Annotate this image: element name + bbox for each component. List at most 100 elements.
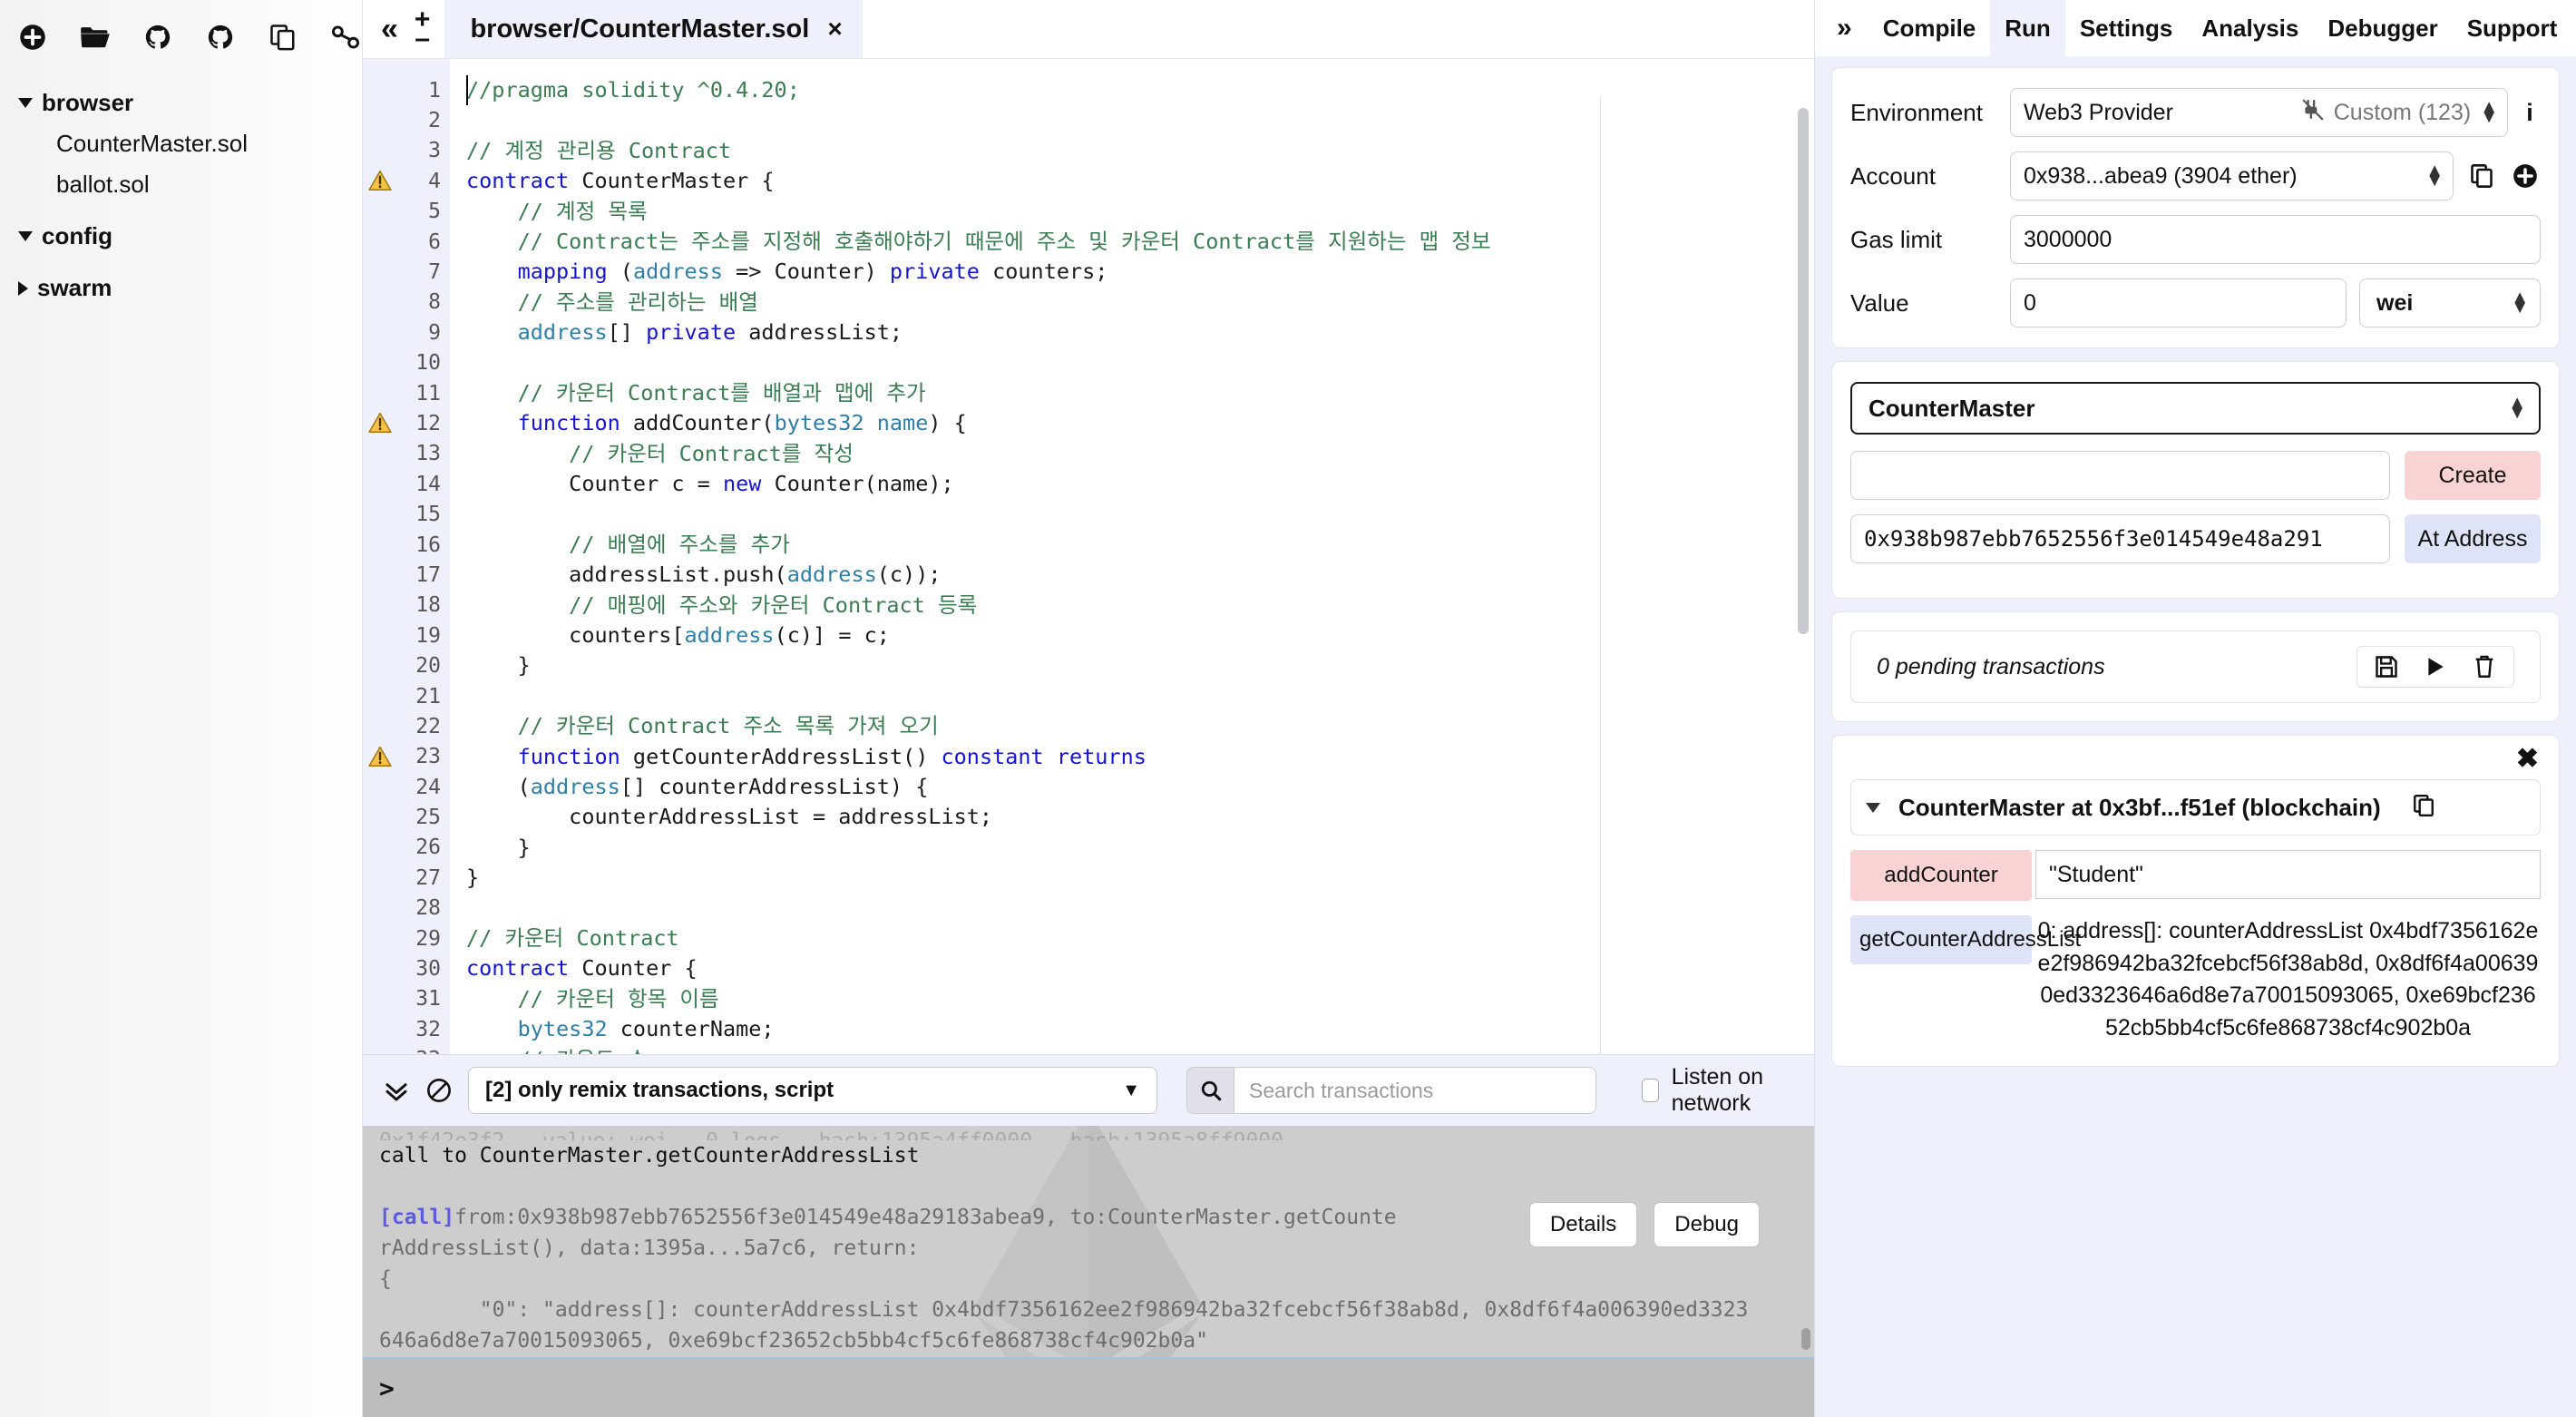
- chevron-updown-icon[interactable]: ▲▼: [2480, 103, 2498, 122]
- trash-icon[interactable]: [2470, 652, 2499, 681]
- search-input[interactable]: [1234, 1067, 1596, 1114]
- line-number: 23: [415, 745, 441, 768]
- transaction-filter-select[interactable]: [2] only remix transactions, script ▼: [468, 1067, 1157, 1114]
- info-icon[interactable]: i: [2519, 99, 2541, 127]
- terminal-toolbar: [2] only remix transactions, script ▼ Li…: [363, 1055, 1814, 1126]
- instance-header[interactable]: CounterMaster at 0x3bf...f51ef (blockcha…: [1850, 779, 2541, 836]
- code-token: // 카운터 Contract를 작성: [466, 441, 854, 466]
- code-line: (address[] counterAddressList) {: [466, 772, 1814, 802]
- tab-settings[interactable]: Settings: [2065, 0, 2188, 56]
- code-token: // 카운터 Contract를 배열과 맵에 추가: [466, 380, 926, 406]
- terminal-prompt[interactable]: >: [363, 1357, 1814, 1417]
- font-size-controls[interactable]: + –: [407, 10, 445, 58]
- warning-icon[interactable]: [368, 412, 392, 434]
- at-address-row: At Address: [1850, 514, 2541, 563]
- environment-select[interactable]: Web3 Provider Custom (123) ▲▼: [2010, 88, 2508, 137]
- open-folder-icon[interactable]: [79, 20, 112, 54]
- code-token: contract: [466, 168, 569, 193]
- caret-down-icon: [1866, 803, 1880, 813]
- code-editor-inner[interactable]: 1234567891011121314151617181920212223242…: [363, 59, 1814, 1054]
- add-account-icon[interactable]: [2510, 161, 2541, 191]
- close-icon[interactable]: ✖: [2516, 743, 2539, 775]
- tab-debugger[interactable]: Debugger: [2313, 0, 2452, 56]
- chevron-updown-icon[interactable]: ▲▼: [2425, 166, 2444, 186]
- connect-localhost-icon[interactable]: [328, 20, 362, 54]
- call-tag: [call]: [379, 1206, 454, 1229]
- code-line: // 카운터 Contract를 작성: [466, 439, 1814, 469]
- tab-run[interactable]: Run: [1990, 0, 2065, 56]
- account-value: 0x938...abea9 (3904 ether): [2024, 163, 2298, 190]
- tab-compile[interactable]: Compile: [1869, 0, 1991, 56]
- tree-folder-browser[interactable]: browser: [18, 89, 362, 117]
- copy-icon[interactable]: [2412, 794, 2435, 822]
- code-line: [466, 105, 1814, 135]
- listen-checkbox[interactable]: [1642, 1079, 1659, 1102]
- save-icon[interactable]: [2372, 652, 2401, 681]
- tab-analysis[interactable]: Analysis: [2187, 0, 2313, 56]
- create-row: Create: [1850, 451, 2541, 500]
- gutter-line: 8: [363, 288, 450, 318]
- deployed-instance-card: ✖ CounterMaster at 0x3bf...f51ef (blockc…: [1831, 735, 2560, 1067]
- contract-select[interactable]: CounterMaster ▲▼: [1850, 382, 2541, 435]
- gutter-line: 19: [363, 621, 450, 650]
- at-address-button[interactable]: At Address: [2405, 514, 2541, 563]
- function-input-addcounter[interactable]: [2035, 850, 2541, 899]
- tree-folder-config[interactable]: config: [18, 222, 362, 250]
- warning-icon[interactable]: [368, 170, 392, 191]
- expand-panel-icon[interactable]: »: [1824, 13, 1869, 44]
- value-input[interactable]: [2010, 279, 2347, 327]
- account-select[interactable]: 0x938...abea9 (3904 ether) ▲▼: [2010, 151, 2454, 200]
- close-icon[interactable]: ×: [827, 15, 842, 44]
- function-button-addcounter[interactable]: addCounter: [1850, 850, 2032, 901]
- create-button[interactable]: Create: [2405, 451, 2541, 500]
- gutter-line: 1: [363, 75, 450, 105]
- chevron-double-down-icon[interactable]: [383, 1073, 410, 1108]
- copy-icon[interactable]: [2466, 161, 2497, 191]
- caret-down-icon: [18, 98, 33, 108]
- terminal-output[interactable]: 0x1f42e3f2, value: wei, 0 logs, hash:139…: [363, 1126, 1814, 1417]
- font-decrease-icon[interactable]: –: [415, 29, 430, 49]
- function-button-getcounteraddresslist[interactable]: getCounterAddressList: [1850, 915, 2032, 964]
- terminal-scrollbar-thumb[interactable]: [1801, 1328, 1810, 1350]
- at-address-input[interactable]: [1850, 514, 2390, 563]
- tree-file-countermaster[interactable]: CounterMaster.sol: [18, 130, 362, 158]
- code-line: bytes32 counterName;: [466, 1014, 1814, 1044]
- details-button[interactable]: Details: [1529, 1202, 1637, 1247]
- line-number: 17: [415, 563, 441, 587]
- code-text-area[interactable]: //pragma solidity ^0.4.20; // 계정 관리용 Con…: [450, 59, 1814, 1054]
- clear-console-icon[interactable]: [426, 1073, 452, 1108]
- file-tab-countermaster[interactable]: browser/CounterMaster.sol ×: [444, 0, 862, 58]
- constructor-args-input[interactable]: [1850, 451, 2390, 500]
- environment-label: Environment: [1850, 99, 2010, 127]
- github-gist-icon[interactable]: [203, 20, 237, 54]
- value-unit-select[interactable]: wei ▲▼: [2359, 279, 2541, 327]
- chevron-updown-icon[interactable]: ▲▼: [2508, 398, 2526, 418]
- code-token: new: [723, 471, 761, 496]
- tree-folder-swarm[interactable]: swarm: [18, 274, 362, 302]
- code-token: // 카운터 Contract 주소 목록 가져 오기: [466, 713, 939, 738]
- tab-support[interactable]: Support: [2453, 0, 2572, 56]
- terminal-entry-title[interactable]: call to CounterMaster.getCounterAddressL…: [363, 1140, 1814, 1171]
- code-token: (c)] = c;: [775, 622, 890, 648]
- collapse-panel-icon[interactable]: «: [363, 12, 407, 58]
- editor-scrollbar-thumb[interactable]: [1798, 108, 1809, 634]
- warning-icon[interactable]: [368, 746, 392, 767]
- editor-scrollbar[interactable]: [1798, 108, 1809, 1051]
- tree-file-ballot[interactable]: ballot.sol: [18, 171, 362, 199]
- code-token: mapping: [518, 259, 608, 284]
- run-icon[interactable]: [2421, 652, 2450, 681]
- debug-button[interactable]: Debug: [1654, 1202, 1760, 1247]
- code-line: mapping (address => Counter) private cou…: [466, 257, 1814, 287]
- plug-disconnected-icon: [2301, 99, 2325, 127]
- copy-files-icon[interactable]: [266, 20, 299, 54]
- add-file-icon[interactable]: [16, 20, 50, 54]
- account-spinner[interactable]: ▲▼: [2425, 166, 2444, 186]
- github-publish-icon[interactable]: [141, 20, 175, 54]
- search-icon[interactable]: [1186, 1067, 1234, 1114]
- gutter-line: 13: [363, 439, 450, 469]
- listen-on-network-toggle[interactable]: Listen on network: [1642, 1064, 1794, 1117]
- account-row: Account 0x938...abea9 (3904 ether) ▲▼: [1850, 151, 2541, 200]
- code-token: [466, 1016, 518, 1041]
- chevron-updown-icon[interactable]: ▲▼: [2511, 293, 2529, 313]
- gas-limit-input[interactable]: [2010, 215, 2541, 264]
